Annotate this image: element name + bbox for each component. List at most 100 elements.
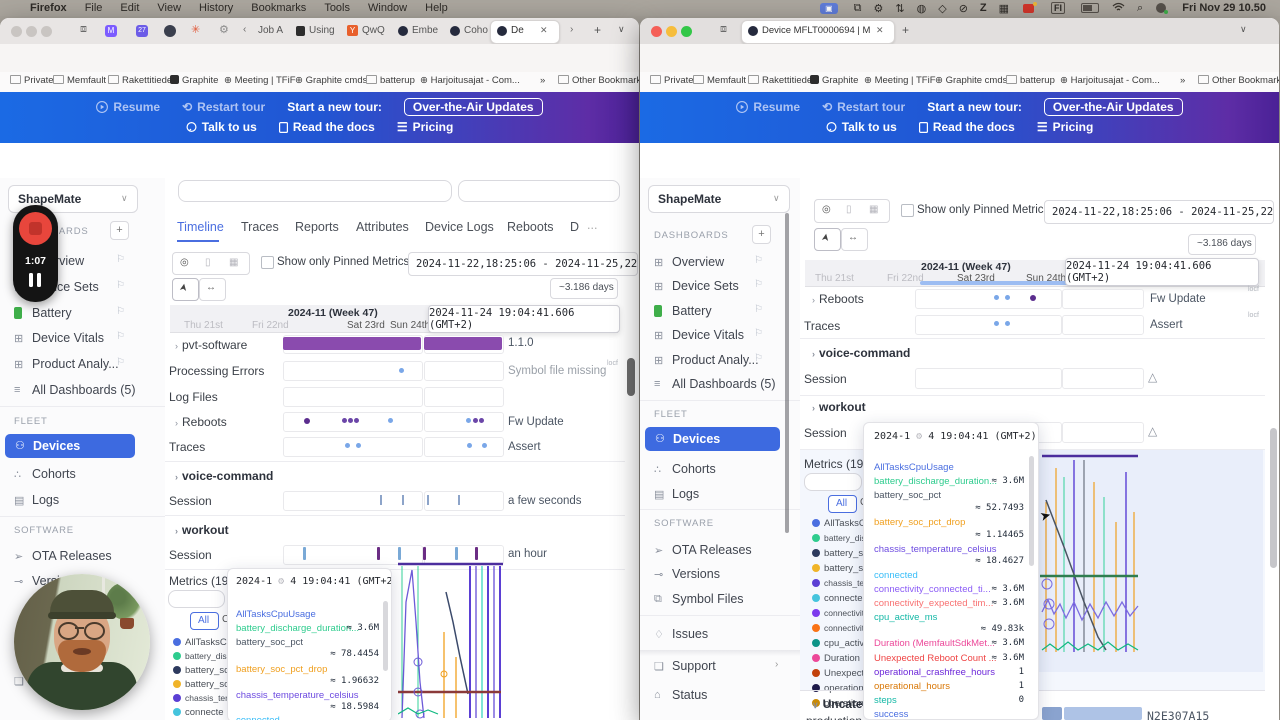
event-dot[interactable] xyxy=(399,368,404,373)
browser-tab-4[interactable]: Embe xyxy=(412,25,438,36)
pin-icon[interactable]: ⚐ xyxy=(754,304,763,315)
sidebar-item-battery[interactable]: Battery xyxy=(32,306,72,320)
date-range-input[interactable]: 2024-11-22,18:25:06 - 2024-11-25,22:5 xyxy=(1044,200,1274,224)
row-traces[interactable]: Traces xyxy=(804,319,840,333)
reboot-dot[interactable] xyxy=(1030,295,1036,301)
row-reboots[interactable]: ›Reboots xyxy=(175,415,227,429)
restart-tour-button[interactable]: ⟲Restart tour xyxy=(822,100,905,114)
warning-triangle-icon[interactable]: △ xyxy=(1148,370,1157,384)
tooltip-scrollbar[interactable] xyxy=(1029,456,1034,566)
chevron-right-icon[interactable]: › xyxy=(175,526,178,536)
sidebar-item-logs[interactable]: Logs xyxy=(672,487,699,501)
pin-icon[interactable]: ⚐ xyxy=(116,280,125,291)
pin-icon[interactable]: ⚐ xyxy=(754,279,763,290)
sidebar-item-all-dashboards[interactable]: All Dashboards (5) xyxy=(672,377,776,391)
software-version-bar[interactable] xyxy=(424,337,502,350)
pricing-link[interactable]: ☰Pricing xyxy=(1037,120,1093,134)
mask-view-icon[interactable]: ◎ xyxy=(822,204,831,215)
project-selector[interactable]: ShapeMate ∨ xyxy=(648,185,790,213)
legend-item[interactable]: chassis_ter xyxy=(185,693,228,703)
plot-cell[interactable] xyxy=(1062,368,1144,389)
trace-dot[interactable] xyxy=(1005,321,1010,326)
reboot-dot[interactable] xyxy=(994,295,999,300)
bookmark-item[interactable]: Rakettitiede xyxy=(748,75,812,86)
plot-cell[interactable] xyxy=(915,315,1062,335)
maximize-window-button[interactable] xyxy=(41,26,52,37)
chevron-right-icon[interactable]: › xyxy=(812,295,815,305)
sidebar-item-all-dashboards[interactable]: All Dashboards (5) xyxy=(32,383,136,397)
menu-edit[interactable]: Edit xyxy=(120,2,139,14)
sidebar-item-issues[interactable]: Issues xyxy=(672,627,708,641)
reboot-dot[interactable] xyxy=(1005,295,1010,300)
display-icon[interactable]: ⧉ xyxy=(854,2,862,15)
legend-item[interactable]: battery_sc xyxy=(824,563,868,574)
row-processing-errors[interactable]: Processing Errors xyxy=(169,364,264,378)
plot-cell[interactable] xyxy=(283,437,423,457)
plot-cell[interactable] xyxy=(915,289,1062,309)
date-range-input[interactable]: 2024-11-22,18:25:06 - 2024-11-25,22:5 xyxy=(408,252,638,276)
add-dashboard-button[interactable]: + xyxy=(752,225,771,244)
tab-timeline[interactable]: Timeline xyxy=(177,220,224,234)
bookmark-item[interactable]: Private xyxy=(10,75,54,86)
metrics-chart[interactable] xyxy=(398,562,506,720)
show-pinned-checkbox[interactable] xyxy=(901,204,914,217)
trace-dot[interactable] xyxy=(994,321,999,326)
plot-cell[interactable] xyxy=(424,412,504,432)
trace-dot[interactable] xyxy=(345,443,350,448)
window-scrollbar-thumb[interactable] xyxy=(1270,428,1277,568)
chevron-down-icon[interactable]: ∨ xyxy=(812,700,819,710)
sidebar-item-battery[interactable]: Battery xyxy=(672,304,712,318)
legend-item[interactable]: connecte xyxy=(824,593,863,604)
legend-item[interactable]: battery_sc xyxy=(824,548,868,559)
pan-tool-button[interactable]: ↔ xyxy=(841,228,868,251)
session-tick[interactable] xyxy=(427,495,429,505)
menu-bookmarks[interactable]: Bookmarks xyxy=(251,2,306,14)
updown-icon[interactable]: ⇅ xyxy=(895,2,904,15)
calendar-view-icon[interactable]: ▦ xyxy=(229,257,238,268)
bookmark-item[interactable]: Private xyxy=(650,75,694,86)
sidebar-item-devices[interactable]: ⚇ Devices xyxy=(5,434,135,458)
mask-view-icon[interactable]: ◎ xyxy=(180,257,189,268)
sidebar-item-symbol-files[interactable]: Symbol Files xyxy=(672,592,744,606)
search-icon[interactable]: ⌕ xyxy=(1137,2,1143,15)
session-bar[interactable] xyxy=(455,547,458,560)
reboot-dot[interactable] xyxy=(348,418,353,423)
bookmark-item[interactable]: Graphite xyxy=(170,75,218,86)
pin-icon[interactable]: ⚐ xyxy=(754,328,763,339)
plot-cell[interactable] xyxy=(1062,422,1144,443)
bookmark-item[interactable]: batterup xyxy=(1006,75,1055,86)
plot-cell[interactable] xyxy=(915,368,1062,389)
pin-icon[interactable]: ⚐ xyxy=(116,331,125,342)
circle-icon[interactable]: ◍ xyxy=(917,2,927,15)
sidebar-item-overview[interactable]: Overview xyxy=(672,255,724,269)
chevron-right-icon[interactable]: › xyxy=(175,418,178,428)
bookmark-item[interactable]: Graphite xyxy=(810,75,858,86)
row-metrics[interactable]: Metrics (19) xyxy=(804,457,867,471)
row-pvt-software[interactable]: ›pvt-software xyxy=(175,338,247,352)
restart-tour-button[interactable]: ⟲Restart tour xyxy=(182,100,265,114)
select-tool-button[interactable]: ➤ xyxy=(172,278,199,301)
pinned-tab-dark-icon[interactable] xyxy=(164,25,176,37)
sidebar-item-product-analytics[interactable]: Product Analy... xyxy=(672,353,759,367)
reboot-dot[interactable] xyxy=(388,418,393,423)
scroll-tabs-left-icon[interactable]: ‹ xyxy=(243,24,246,35)
zoom-app-icon[interactable]: Z xyxy=(980,2,987,14)
session-bar[interactable] xyxy=(303,547,306,560)
bookmark-item[interactable]: Rakettitiede xyxy=(108,75,172,86)
software-version-bar[interactable] xyxy=(283,337,421,350)
bookmark-item[interactable]: ⊕ Harjoitusajat - Com... xyxy=(420,75,520,86)
trace-dot[interactable] xyxy=(467,443,472,448)
sidebar-scrollbar-thumb[interactable] xyxy=(785,213,789,533)
row-reboots[interactable]: ›Reboots xyxy=(812,292,864,306)
reboot-dot[interactable] xyxy=(304,418,310,424)
chevron-right-icon[interactable]: › xyxy=(175,341,178,351)
row-session-workout[interactable]: Session xyxy=(804,426,847,440)
calendar-icon[interactable]: ▦ xyxy=(999,2,1009,15)
tab-traces[interactable]: Traces xyxy=(241,220,279,234)
active-tab-label[interactable]: Device MFLT0000694 | Memfau xyxy=(762,25,870,36)
legend-item[interactable]: cpu_activ xyxy=(824,638,864,649)
reboot-dot[interactable] xyxy=(473,418,478,423)
plot-cell[interactable] xyxy=(424,437,504,457)
minimize-window-button[interactable] xyxy=(666,26,677,37)
production-bar[interactable] xyxy=(1064,707,1142,720)
